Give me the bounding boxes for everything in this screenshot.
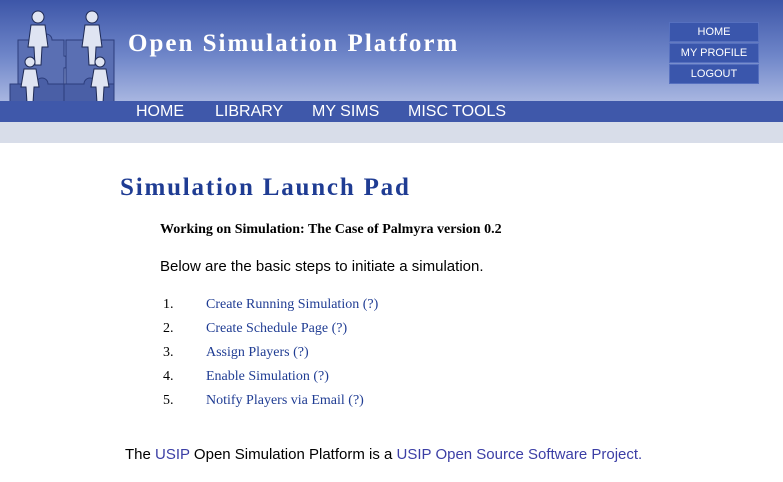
step-number: 1.	[163, 297, 174, 312]
step-number: 5.	[163, 393, 174, 408]
page-title: Simulation Launch Pad	[120, 174, 411, 201]
top-link-home[interactable]: HOME	[669, 22, 759, 42]
notify-players-link[interactable]: Notify Players via Email (?)	[206, 392, 364, 410]
footer-prefix: The	[125, 446, 156, 463]
create-running-simulation-link[interactable]: Create Running Simulation (?)	[206, 296, 378, 314]
assign-players-link[interactable]: Assign Players (?)	[206, 344, 309, 362]
top-link-my-profile[interactable]: MY PROFILE	[669, 43, 759, 63]
nav-item-misc-tools[interactable]: MISC TOOLS	[408, 101, 506, 122]
step-number: 4.	[163, 369, 174, 384]
intro-text: Below are the basic steps to initiate a …	[160, 258, 484, 275]
main-nav: HOME LIBRARY MY SIMS MISC TOOLS	[0, 101, 783, 122]
footer-usip-link[interactable]: USIP	[155, 446, 190, 463]
site-header: Open Simulation Platform HOME MY PROFILE…	[0, 0, 783, 102]
sub-bar	[0, 122, 783, 143]
footer-middle: Open Simulation Platform is a	[189, 446, 397, 463]
top-links: HOME MY PROFILE LOGOUT	[669, 22, 759, 85]
create-schedule-page-link[interactable]: Create Schedule Page (?)	[206, 320, 347, 338]
working-on-simulation: Working on Simulation: The Case of Palmy…	[160, 222, 502, 237]
top-link-logout[interactable]: LOGOUT	[669, 64, 759, 84]
site-title: Open Simulation Platform	[128, 30, 460, 57]
enable-simulation-link[interactable]: Enable Simulation (?)	[206, 368, 329, 386]
nav-item-my-sims[interactable]: MY SIMS	[312, 101, 379, 122]
footer-text: The USIP Open Simulation Platform is a U…	[125, 446, 642, 463]
puzzle-figures-logo-icon	[9, 10, 115, 102]
footer-project-link[interactable]: USIP Open Source Software Project.	[397, 446, 643, 463]
nav-item-home[interactable]: HOME	[136, 101, 184, 122]
step-number: 2.	[163, 321, 174, 336]
step-number: 3.	[163, 345, 174, 360]
nav-item-library[interactable]: LIBRARY	[215, 101, 283, 122]
